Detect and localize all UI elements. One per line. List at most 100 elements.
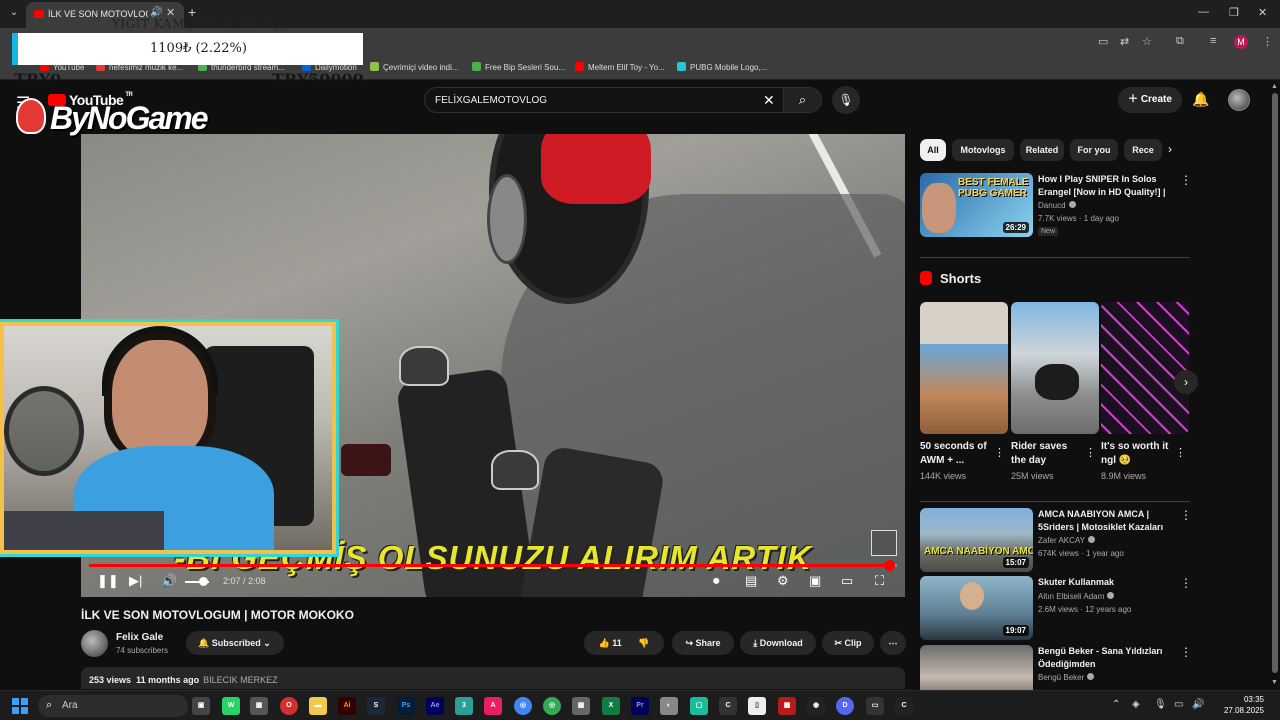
bookmark-item[interactable]: Free Bip Sesleri Sou... — [472, 62, 565, 72]
voice-search-button[interactable]: 🎙 — [832, 86, 860, 114]
subtitles-icon[interactable]: ▤ — [745, 573, 757, 589]
photoshop-icon[interactable]: Ps — [397, 697, 415, 715]
clip-button[interactable]: ✂ Clip — [822, 631, 874, 655]
more-options-icon[interactable]: ⋮ — [1180, 508, 1192, 522]
capcut-icon[interactable]: C — [895, 697, 913, 715]
cast-icon[interactable]: ▭ — [1098, 35, 1108, 48]
short-thumbnail[interactable] — [1101, 302, 1189, 434]
close-window-icon[interactable]: ✕ — [1258, 6, 1267, 19]
page-scrollbar[interactable]: ▲ ▼ — [1270, 81, 1280, 690]
recommended-video[interactable]: 19:07 Skuter Kullanmak Altın Elbiseli Ad… — [920, 576, 1192, 642]
theater-mode-icon[interactable]: ▭ — [841, 573, 853, 589]
excel-icon[interactable]: X — [602, 697, 620, 715]
bookmark-item[interactable]: PUBG Mobile Logo,... — [677, 62, 767, 72]
extensions-icon[interactable]: ⧉ — [1176, 35, 1184, 48]
more-actions-button[interactable]: ⋯ — [880, 631, 906, 655]
short-item[interactable]: 50 seconds of AWM + ... 144K views ⋮ — [920, 302, 1008, 481]
minimize-icon[interactable]: — — [1198, 6, 1209, 18]
bookmark-item[interactable]: Çevrimiçi video indi... — [370, 62, 459, 72]
discord-icon[interactable]: D — [836, 697, 854, 715]
dislike-button[interactable]: 👎 — [638, 638, 649, 648]
search-button[interactable]: ⌕ — [784, 87, 822, 113]
bookmark-star-icon[interactable]: ☆ — [1142, 35, 1152, 48]
channel-name[interactable]: Felix Gale — [116, 632, 163, 643]
steam-tray-icon[interactable]: ◈ — [1132, 699, 1140, 710]
more-options-icon[interactable]: ⋮ — [1085, 446, 1096, 459]
chrome-profile-icon[interactable]: ◎ — [543, 697, 561, 715]
channel-avatar[interactable] — [81, 630, 108, 657]
windows-start-icon[interactable] — [12, 698, 28, 714]
subscribed-button[interactable]: 🔔 Subscribed ⌄ — [186, 631, 284, 655]
recommended-video[interactable]: BEST FEMALE PUBG GAMER 26:29 How I Play … — [920, 173, 1192, 239]
capcut-icon[interactable]: C — [719, 697, 737, 715]
obs-icon[interactable]: ◉ — [807, 697, 825, 715]
miniplayer-icon[interactable]: ▣ — [809, 573, 821, 589]
next-icon[interactable]: ▶| — [129, 573, 142, 589]
more-options-icon[interactable]: ⋮ — [1180, 173, 1192, 187]
steam-icon[interactable]: S — [367, 697, 385, 715]
file-explorer-icon[interactable]: ▬ — [309, 697, 327, 715]
app-icon[interactable]: ◐ — [660, 697, 678, 715]
clear-search-icon[interactable]: ✕ — [763, 92, 775, 109]
video-thumbnail[interactable]: BEST FEMALE PUBG GAMER 26:29 — [920, 173, 1033, 237]
tab-search-icon[interactable]: ⌄ — [6, 5, 22, 21]
like-button[interactable]: 👍 11 — [599, 638, 622, 648]
chevron-right-icon[interactable]: › — [1168, 142, 1172, 156]
restore-icon[interactable]: ❐ — [1229, 6, 1239, 19]
pause-icon[interactable]: ❚❚ — [97, 573, 119, 589]
description-box[interactable]: 253 views 11 months ago BILECIK MERKEZ — [81, 667, 905, 689]
reading-list-icon[interactable]: ≡ — [1210, 35, 1216, 47]
short-item[interactable]: It's so worth it ngl 🥺 8.9M views ⋮ — [1101, 302, 1189, 481]
chip-motovlogs[interactable]: Motovlogs — [952, 139, 1014, 161]
clock[interactable]: 03:35 27.08.2025 — [1216, 694, 1264, 716]
search-input[interactable]: FELİXGALEMOTOVLOG ✕ — [424, 87, 784, 113]
scroll-thumb[interactable] — [1272, 93, 1278, 673]
create-button[interactable]: ＋ Create — [1118, 87, 1182, 113]
chip-recent[interactable]: Rece — [1124, 139, 1162, 161]
channel-watermark[interactable] — [871, 530, 897, 556]
after-effects-icon[interactable]: Ae — [426, 697, 444, 715]
chip-related[interactable]: Related — [1020, 139, 1064, 161]
fullscreen-icon[interactable]: ⛶ — [875, 573, 884, 589]
short-thumbnail[interactable] — [1011, 302, 1099, 434]
autoplay-toggle-icon[interactable]: ⏺ — [713, 573, 720, 589]
short-thumbnail[interactable] — [920, 302, 1008, 434]
network-icon[interactable]: ▭ — [1174, 699, 1183, 710]
more-options-icon[interactable]: ⋮ — [994, 446, 1005, 459]
chip-all[interactable]: All — [920, 139, 946, 161]
account-avatar[interactable] — [1228, 89, 1250, 111]
app-icon[interactable]: ▢ — [690, 697, 708, 715]
volume-icon[interactable]: 🔊 — [1192, 699, 1204, 710]
more-menu-icon[interactable]: ⋮ — [1262, 35, 1273, 48]
notifications-bell-icon[interactable]: 🔔 — [1192, 91, 1209, 108]
bookmark-item[interactable]: Meltem Elif Toy - Yo... — [575, 62, 665, 72]
app-icon[interactable]: ▭ — [866, 697, 884, 715]
taskbar-search[interactable]: ⌕ Ara — [38, 695, 188, 717]
download-button[interactable]: ⤓ Download — [740, 631, 816, 655]
chrome-icon[interactable]: ◎ — [514, 697, 532, 715]
more-options-icon[interactable]: ⋮ — [1180, 645, 1190, 659]
video-thumbnail[interactable]: 19:07 — [920, 576, 1033, 640]
profile-avatar[interactable]: M — [1234, 35, 1248, 49]
app-icon[interactable]: ▩ — [778, 697, 796, 715]
short-item[interactable]: Rider saves the day 25M views ⋮ — [1011, 302, 1099, 481]
task-view-icon[interactable]: ▣ — [192, 697, 210, 715]
chip-for-you[interactable]: For you — [1070, 139, 1118, 161]
scroll-up-icon[interactable]: ▲ — [1271, 83, 1278, 90]
calculator-icon[interactable]: ▦ — [250, 697, 268, 715]
settings-gear-icon[interactable]: ⚙ — [777, 573, 789, 589]
whatsapp-icon[interactable]: W — [222, 697, 240, 715]
app-icon[interactable]: A — [484, 697, 502, 715]
app-icon[interactable]: 3 — [455, 697, 473, 715]
share-button[interactable]: ↪ Share — [672, 631, 734, 655]
scroll-down-icon[interactable]: ▼ — [1271, 679, 1278, 686]
translate-icon[interactable]: ⇄ — [1120, 35, 1129, 48]
more-options-icon[interactable]: ⋮ — [1175, 446, 1186, 459]
recommended-video[interactable]: Bengü Beker - Sana Yıldızları Ödediğimde… — [920, 645, 1190, 690]
tray-expand-icon[interactable]: ⌃ — [1112, 699, 1120, 710]
recommended-video[interactable]: AMCA NAABİYON AMCA 15:07 AMCA NAABIYON A… — [920, 508, 1192, 574]
illustrator-icon[interactable]: Ai — [338, 697, 356, 715]
notepad-icon[interactable]: ▯ — [748, 697, 766, 715]
more-options-icon[interactable]: ⋮ — [1180, 576, 1192, 590]
opera-icon[interactable]: O — [280, 697, 298, 715]
